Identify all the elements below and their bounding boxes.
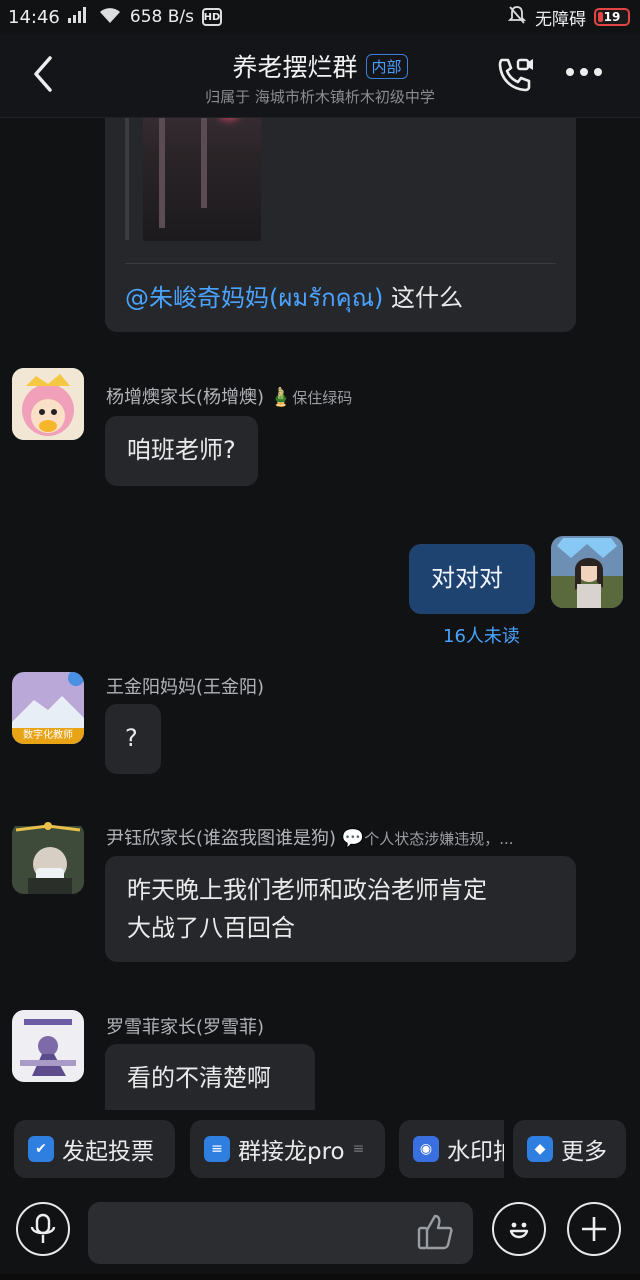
sender-name: 杨增燠家长(杨增燠) 🎍保住绿码 (106, 387, 353, 408)
message-line: 大战了八百回合 (127, 914, 295, 942)
accessibility-label: 无障碍 (535, 9, 586, 30)
quick-action-label: 发起投票 (62, 1139, 154, 1165)
battery-level: 19 (603, 10, 621, 24)
emoji-button[interactable] (492, 1202, 546, 1256)
vote-button[interactable]: ✔ 发起投票 (14, 1120, 175, 1178)
vote-icon: ✔ (28, 1136, 54, 1162)
sender-name: 王金阳妈妈(王金阳) (106, 677, 265, 698)
more-options-button[interactable] (566, 68, 602, 76)
group-affiliation: 归属于 海城市析木镇析木初级中学 (205, 88, 435, 106)
thumbs-up-icon (417, 1214, 453, 1250)
microphone-icon (30, 1213, 56, 1243)
status-tag: 个人状态涉嫌违规，... (364, 830, 514, 848)
avatar[interactable]: 数字化教师 (12, 672, 84, 744)
avatar[interactable] (12, 368, 84, 440)
add-attachment-button[interactable] (567, 1202, 621, 1256)
sender-name: 罗雪菲家长(罗雪菲) (106, 1017, 265, 1038)
message-line: 昨天晚上我们老师和政治老师肯定 (127, 876, 487, 904)
network-speed: 658 B/s (129, 7, 194, 27)
status-tag: 保住绿码 (292, 389, 353, 407)
chat-header: 养老摆烂群 内部 归属于 海城市析木镇析木初级中学 (0, 34, 640, 118)
battery-icon: 19 (594, 8, 630, 26)
avatar[interactable] (12, 822, 84, 894)
speech-bubble-icon: 💬 (341, 828, 365, 849)
quick-action-label: 群接龙pro (238, 1139, 345, 1165)
quote-reply-text: @朱峻奇妈妈(ผมรักคุณ) 这什么 (125, 278, 463, 317)
message-list[interactable]: @朱峻奇妈妈(ผมรักคุณ) 这什么 杨增燠家长(杨增燠) 🎍保住绿码 咱班… (0, 118, 640, 1110)
reply-text: 这什么 (383, 284, 463, 312)
mute-bell-icon (507, 5, 527, 30)
my-avatar[interactable] (551, 536, 623, 608)
message-bubble[interactable]: ? (105, 704, 161, 774)
mention-link[interactable]: @朱峻奇妈妈(ผมรักคุณ) (125, 284, 383, 312)
like-button[interactable] (415, 1212, 455, 1252)
phone-video-icon (498, 58, 533, 92)
signal-icon (67, 6, 90, 28)
message-bubble[interactable]: 昨天晚上我们老师和政治老师肯定 大战了八百回合 (105, 856, 576, 962)
camera-icon: ◉ (413, 1136, 439, 1162)
my-message-bubble[interactable]: 对对对 (409, 544, 535, 614)
drag-handle-icon: ≡ (352, 1141, 365, 1157)
message-bubble[interactable]: 咱班老师? (105, 416, 258, 486)
solitaire-pro-button[interactable]: ≡ 群接龙pro ≡ (190, 1120, 385, 1178)
input-bar (0, 1190, 640, 1280)
quick-action-bar: ✔ 发起投票 ≡ 群接龙pro ≡ ◉ 水印拍 ◆ 更多 (0, 1110, 640, 1190)
voice-button[interactable] (16, 1202, 70, 1256)
status-emoji-icon: 🎍 (269, 387, 293, 408)
verified-label: 数字化教师 (12, 728, 84, 744)
video-call-button[interactable] (494, 54, 536, 96)
quote-bar (125, 118, 129, 240)
quick-action-label: 水印拍 (447, 1139, 504, 1165)
message-bubble[interactable]: 看的不清楚啊 (105, 1044, 315, 1110)
quote-message-bubble[interactable]: @朱峻奇妈妈(ผมรักคุณ) 这什么 (105, 118, 576, 332)
gesture-bar (0, 1274, 640, 1280)
avatar[interactable] (12, 1010, 84, 1082)
smiley-icon (509, 1222, 529, 1239)
solitaire-icon: ≡ (204, 1136, 230, 1162)
wifi-icon (98, 6, 122, 29)
more-apps-button[interactable]: ◆ 更多 (513, 1120, 626, 1178)
status-bar: 14:46 658 B/s HD 无障碍 19 (0, 0, 640, 34)
watermark-camera-button[interactable]: ◉ 水印拍 (399, 1120, 504, 1178)
quoted-image[interactable] (143, 118, 261, 241)
clock: 14:46 (8, 6, 60, 28)
sender-name: 尹钰欣家长(谁盗我图谁是狗) 💬个人状态涉嫌违规，... (106, 828, 514, 849)
hd-icon: HD (201, 8, 222, 26)
plus-icon (582, 1217, 606, 1241)
unread-count[interactable]: 16人未读 (443, 622, 520, 648)
quick-action-label: 更多 (561, 1139, 607, 1165)
internal-badge: 内部 (365, 53, 408, 79)
more-apps-icon: ◆ (527, 1136, 553, 1162)
group-title: 养老摆烂群 (232, 53, 358, 82)
divider (125, 263, 556, 264)
